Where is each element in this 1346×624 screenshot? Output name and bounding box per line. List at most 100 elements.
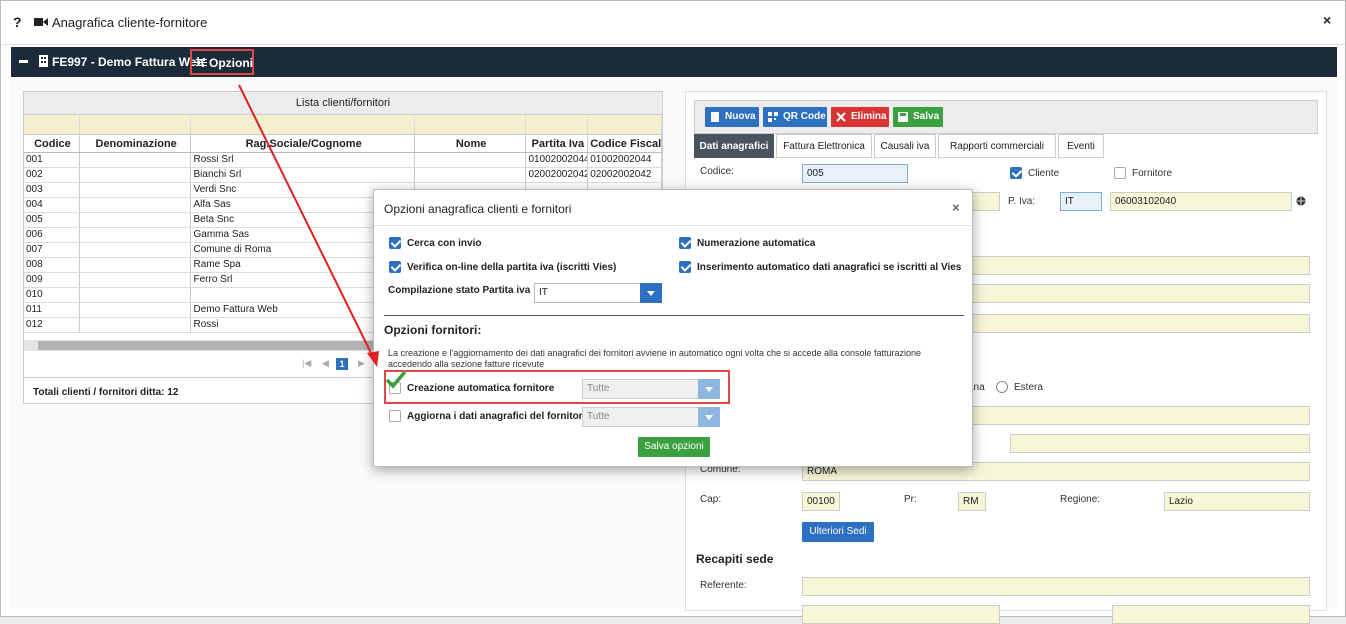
creazione-fornitore-label: Creazione automatica fornitore [407,383,555,394]
fornitore-label: Fornitore [1132,168,1173,179]
table-cell: 001 [24,153,80,167]
next-page-icon[interactable]: ▶ [358,358,365,369]
codice-input[interactable]: 005 [802,164,908,183]
table-cell [415,153,527,167]
cap-input[interactable]: 00100 [802,492,840,511]
first-page-icon[interactable]: |◀ [302,358,311,369]
grid-header: Codice Denominazione Rag.Sociale/Cognome… [24,135,662,153]
column-header[interactable]: Denominazione [80,135,192,152]
piva-label: P. Iva: [1008,196,1036,207]
table-cell: 011 [24,303,80,317]
recapiti-sede-title: Recapiti sede [696,552,774,566]
inserimento-vies-checkbox[interactable] [679,261,691,273]
aggiorna-fornitore-select[interactable]: Tutte [582,407,720,427]
piva-input[interactable]: 06003102040 [1110,192,1292,211]
table-cell: 002 [24,168,80,182]
form-toolbar: Nuova QR Code Elimina Salva [694,100,1318,134]
delete-button[interactable]: Elimina [831,107,889,127]
numerazione-checkbox[interactable] [679,237,691,249]
qr-code-icon [768,112,778,122]
verifica-vies-label: Verifica on-line della partita iva (iscr… [407,262,617,273]
filter-cell[interactable] [80,115,192,134]
table-cell [80,288,192,302]
save-button[interactable]: Salva [893,107,943,127]
table-cell: 02002002042 [588,168,662,182]
table-cell [80,198,192,212]
qr-code-button[interactable]: QR Code [763,107,827,127]
column-header[interactable]: Codice Fiscale [588,135,662,152]
current-page[interactable]: 1 [336,358,348,370]
provincia-input[interactable]: RM [958,492,986,511]
table-cell [80,243,192,257]
creazione-fornitore-select[interactable]: Tutte [582,379,720,399]
telefono2-input[interactable] [1112,605,1310,624]
new-label: Nuova [725,111,756,122]
filter-cell[interactable] [191,115,415,134]
aggiorna-value: Tutte [587,411,610,422]
table-cell [80,273,192,287]
table-cell: 010 [24,288,80,302]
piva-country-input[interactable]: IT [1060,192,1102,211]
table-cell: 004 [24,198,80,212]
provincia-label: Pr: [904,494,917,505]
title-bar: ? Anagrafica cliente-fornitore × [1,1,1345,45]
referente-input[interactable] [802,577,1310,596]
prev-page-icon[interactable]: ◀ [322,358,329,369]
options-dialog: Opzioni anagrafica clienti e fornitori ×… [373,189,973,467]
regione-input[interactable]: Lazio [1164,492,1310,511]
referente-label: Referente: [700,580,747,591]
filter-cell[interactable] [588,115,662,134]
globe-icon[interactable] [1296,196,1306,206]
close-icon[interactable]: × [1323,12,1331,28]
compilazione-select[interactable]: IT [534,283,662,303]
table-cell: 012 [24,318,80,332]
tab-rapporti-commerciali[interactable]: Rapporti commerciali [938,134,1056,158]
grid-caption: Lista clienti/fornitori [24,92,662,115]
codice-label: Codice: [700,166,734,177]
save-options-button[interactable]: Salva opzioni [638,437,710,457]
aggiorna-fornitore-checkbox[interactable] [389,410,401,422]
telefono-input[interactable] [802,605,1000,624]
table-row[interactable]: 002 Bianchi Srl 02002002042 02002002042 [24,168,662,183]
table-cell: 009 [24,273,80,287]
tab-dati-anagrafici[interactable]: Dati anagrafici [694,134,774,158]
chevron-down-icon[interactable] [698,379,720,399]
verifica-vies-checkbox[interactable] [389,261,401,273]
filter-cell[interactable] [526,115,589,134]
tab-causali-iva[interactable]: Causali iva [874,134,936,158]
table-cell: 01002002044 [528,153,589,167]
sliders-icon [196,58,207,67]
help-icon[interactable]: ? [13,14,22,30]
column-header[interactable]: Codice [24,135,80,152]
chevron-down-icon[interactable] [698,407,720,427]
collapse-icon[interactable] [19,60,28,63]
main-window: ? Anagrafica cliente-fornitore × FE997 -… [0,0,1346,624]
filter-cell[interactable] [415,115,527,134]
ulteriori-sedi-button[interactable]: Ulteriori Sedi [802,522,874,542]
estera-label: Estera [1014,382,1043,393]
dialog-header: Opzioni anagrafica clienti e fornitori × [374,190,972,226]
fornitore-checkbox[interactable] [1114,167,1126,179]
table-cell [80,153,192,167]
company-name: FE997 - Demo Fattura Web [52,55,204,69]
chevron-down-icon[interactable] [640,283,662,303]
cliente-label: Cliente [1028,168,1060,179]
tab-fattura-elettronica[interactable]: Fattura Elettronica [776,134,872,158]
save-label: Salva [913,111,940,122]
column-header[interactable]: Rag.Sociale/Cognome [191,135,415,152]
new-button[interactable]: Nuova [705,107,759,127]
fornitori-title: Opzioni fornitori: [384,323,482,337]
options-button[interactable]: Opzioni [190,49,254,75]
tab-eventi[interactable]: Eventi [1058,134,1104,158]
table-row[interactable]: 001 Rossi Srl 01002002044 01002002044 [24,153,662,168]
column-header[interactable]: Nome [415,135,527,152]
dialog-close-icon[interactable]: × [952,200,960,215]
floppy-icon [898,112,908,122]
cerca-invio-checkbox[interactable] [389,237,401,249]
column-header[interactable]: Partita Iva [526,135,589,152]
file-icon [711,112,719,122]
filter-cell[interactable] [24,115,80,134]
cliente-checkbox[interactable] [1010,167,1022,179]
civico-input[interactable] [1010,434,1310,453]
estera-radio[interactable] [996,381,1008,393]
